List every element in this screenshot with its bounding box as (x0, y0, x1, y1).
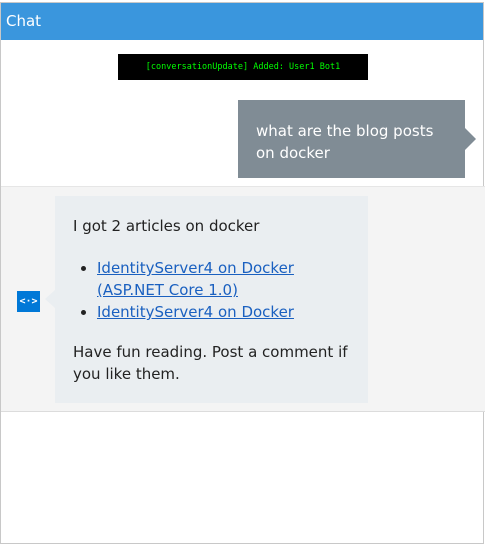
user-message-bubble: what are the blog posts on docker (238, 100, 465, 178)
bot-intro-text: I got 2 articles on docker (73, 217, 260, 235)
article-list-item: IdentityServer4 on Docker (ASP.NET Core … (97, 257, 350, 301)
chat-window: Chat [conversationUpdate] Added: User1 B… (0, 2, 485, 544)
bot-bubble-tail (45, 290, 55, 308)
article-list: IdentityServer4 on Docker (ASP.NET Core … (73, 257, 350, 323)
bot-message-bubble: I got 2 articles on docker IdentityServe… (55, 196, 368, 403)
bot-avatar-glyph: <·> (19, 296, 38, 307)
bot-outro-text: Have fun reading. Post a comment if you … (73, 343, 348, 383)
user-bubble-tail (465, 128, 476, 150)
article-list-item: IdentityServer4 on Docker (97, 301, 350, 323)
conversation-update-event: [conversationUpdate] Added: User1 Bot1 (118, 54, 368, 80)
event-text: [conversationUpdate] Added: User1 Bot1 (145, 62, 341, 72)
user-message-text: what are the blog posts on docker (256, 122, 434, 162)
article-link[interactable]: IdentityServer4 on Docker (97, 303, 294, 321)
article-link[interactable]: IdentityServer4 on Docker (ASP.NET Core … (97, 259, 294, 299)
bot-avatar-icon: <·> (17, 291, 40, 312)
chat-header: Chat (1, 3, 483, 40)
chat-title: Chat (6, 12, 42, 30)
